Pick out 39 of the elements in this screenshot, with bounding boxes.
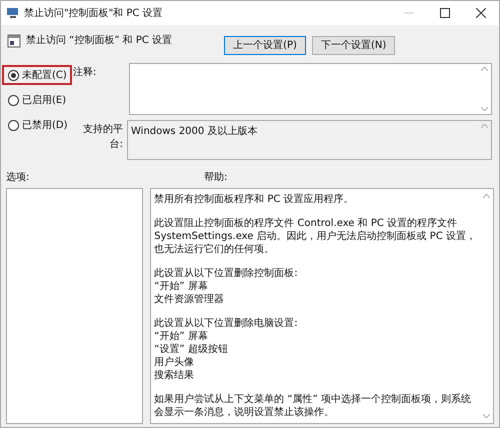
options-label: 选项: [6,170,30,185]
scroll-up-icon[interactable] [481,67,488,71]
scroll-up-icon[interactable] [481,124,488,128]
help-text: 如果用户尝试从上下文菜单的 “属性” 项中选择一个控制面板项，则系统 [154,393,472,406]
scroll-up-icon[interactable] [482,194,490,198]
help-text: 此设置从以下位置删除电脑设置: [154,317,299,330]
help-text: SystemSettings.exe 启动。因此，用户无法启动控制面板或 PC 设置， [154,230,476,243]
help-text: 会显示一条消息，说明设置禁止该操作。 [154,406,336,419]
help-label: 帮助: [204,170,228,185]
help-text: “开始” 屏幕 [154,280,209,293]
platform-label: 支持的平台: [82,122,124,152]
comment-label: 注释: [73,66,98,80]
radio-button[interactable] [8,94,19,106]
scroll-down-icon[interactable] [482,414,490,418]
help-text: 文件资源管理器 [154,293,226,306]
policy-icon [7,34,21,48]
nav-button[interactable]: 上一个设置(P) [224,36,306,55]
help-text: “设置” 超级按钮 [154,343,229,356]
policy-name: 禁止访问 “控制面板” 和 PC 设置 [26,34,172,48]
help-text: “开始” 屏幕 [154,330,209,343]
help-text: 用户头像 [154,356,196,369]
help-text: 也无法运行它们的任何项。 [154,243,276,256]
nav-button[interactable]: 下一个设置(N) [312,36,396,55]
computer-icon [6,7,20,19]
help-text: 此设置从以下位置删除控制面板: [154,267,299,280]
radio-label: 已启用(E) [22,94,66,108]
close-icon[interactable] [476,8,486,18]
radio-label: 未配置(C) [22,68,67,82]
radio-button[interactable] [8,70,19,80]
help-text: 此设置阻止控制面板的程序文件 Control.exe 和 PC 设置的程序文件 [154,217,458,230]
radio-label: 已禁用(D) [22,118,68,132]
help-text: 禁用所有控制面板程序和 PC 设置应用程序。 [154,193,355,206]
radio-button[interactable] [8,120,19,130]
window-title: 禁止访问"控制面板"和 PC 设置 [24,6,163,20]
comment-field[interactable] [129,63,492,115]
help-text: 搜索结果 [154,369,196,382]
maximize-icon[interactable] [440,8,450,18]
platform-value: Windows 2000 及以上版本 [131,124,258,139]
scroll-down-icon[interactable] [481,107,488,111]
